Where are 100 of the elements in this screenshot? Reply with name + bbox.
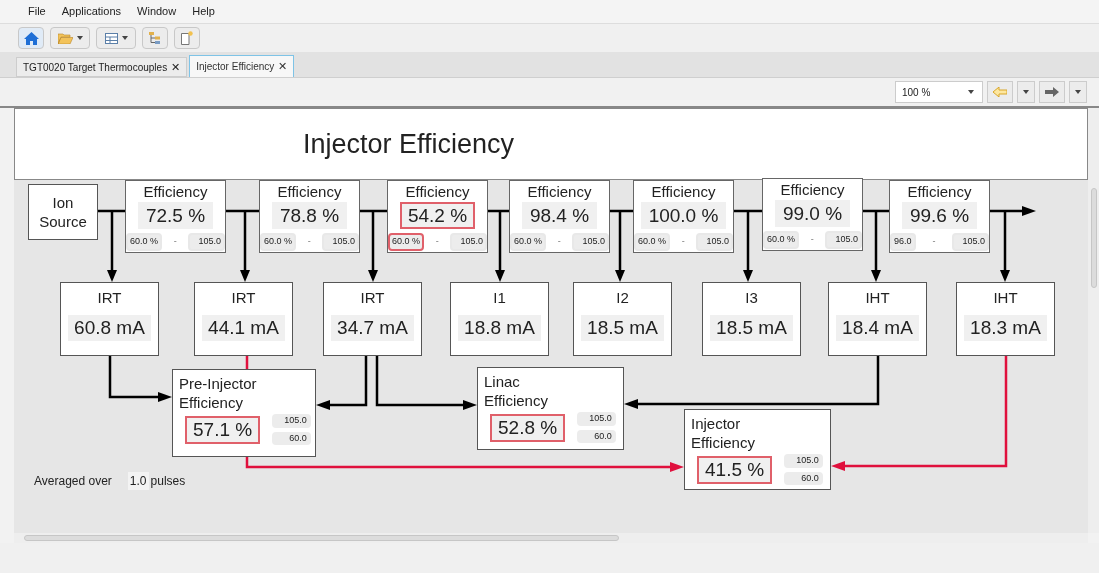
high-limit-field[interactable]: 105.0: [272, 414, 311, 428]
new-document-button[interactable]: [174, 27, 200, 49]
horizontal-scrollbar[interactable]: [14, 533, 1088, 543]
low-limit-field[interactable]: 60.0 %: [126, 233, 163, 251]
close-button[interactable]: ✕: [171, 58, 181, 76]
connector-arrow: [495, 211, 505, 282]
high-limit-field[interactable]: 105.0: [188, 233, 225, 251]
high-limit-field[interactable]: 105.0: [952, 233, 989, 251]
range-dash: -: [557, 235, 561, 248]
tree-button[interactable]: [142, 27, 168, 49]
low-limit-field[interactable]: 96.0: [890, 233, 916, 251]
value-display: 98.4 %: [521, 202, 598, 229]
forward-menu-button[interactable]: [1069, 81, 1087, 103]
low-limit-field[interactable]: 60.0 %: [510, 233, 547, 251]
current-value-display: 60.8 mA: [68, 315, 151, 341]
current-value-display: 34.7 mA: [331, 315, 414, 341]
node-label: IHT: [993, 289, 1018, 307]
node-label: Efficiency: [907, 183, 972, 200]
current-value-display: 18.3 mA: [964, 315, 1047, 341]
value-display: 99.6 %: [901, 202, 978, 229]
tree-icon: [148, 32, 162, 44]
node-label: Efficiency: [143, 183, 208, 200]
tab[interactable]: TGT0020 Target Thermocouples ✕: [16, 57, 188, 77]
node-label: Injector Efficiency: [691, 414, 756, 452]
close-button[interactable]: ✕: [278, 58, 288, 75]
caret-icon: [1075, 90, 1081, 94]
pulses-field[interactable]: 1.0: [127, 472, 149, 490]
node-label: Efficiency: [651, 183, 716, 200]
current-value-display: 18.5 mA: [710, 315, 793, 341]
forward-button[interactable]: [1039, 81, 1065, 103]
node-label: Efficiency: [277, 183, 342, 200]
connector-arrow: [368, 211, 378, 282]
caret-icon: [76, 36, 83, 40]
layout-button[interactable]: [96, 27, 136, 49]
home-button[interactable]: [18, 27, 44, 49]
node-label: I3: [745, 289, 758, 307]
value-display: 72.5 %: [137, 202, 214, 229]
high-limit-field[interactable]: 105.0: [322, 233, 359, 251]
menu-item[interactable]: Help: [192, 3, 215, 20]
unit-label: pulses: [150, 473, 186, 490]
low-limit-field[interactable]: 60.0 %: [763, 231, 800, 249]
node-label: Efficiency: [405, 183, 470, 200]
connector-arrow: [743, 211, 753, 282]
low-limit-field[interactable]: 60.0: [784, 471, 823, 485]
high-limit-field[interactable]: 105.0: [577, 412, 616, 426]
current-value-display: 18.8 mA: [458, 315, 541, 341]
low-limit-field[interactable]: 60.0: [577, 429, 616, 443]
low-limit-field[interactable]: 60.0: [272, 431, 311, 445]
low-limit-field[interactable]: 60.0 %: [634, 233, 671, 251]
high-limit-field[interactable]: 105.0: [572, 233, 609, 251]
value-display: 54.2 %: [399, 202, 476, 229]
current-value-display: 44.1 mA: [202, 315, 285, 341]
current-value-display: 18.4 mA: [836, 315, 919, 341]
node-label: IHT: [865, 289, 890, 307]
connector-arrow: [615, 211, 625, 282]
diagram-title: Injector Efficiency: [303, 127, 515, 161]
menu-item[interactable]: Applications: [61, 3, 122, 20]
zoom-combo[interactable]: 100 %: [895, 81, 983, 103]
node-label: Efficiency: [527, 183, 592, 200]
back-menu-button[interactable]: [1017, 81, 1035, 103]
low-limit-field[interactable]: 60.0 %: [388, 233, 425, 251]
caret-icon: [121, 36, 128, 40]
range-dash: -: [435, 235, 439, 248]
low-limit-field[interactable]: 60.0 %: [260, 233, 297, 251]
node-label: IRT: [231, 289, 256, 307]
node-label: Pre-Injector Efficiency: [179, 374, 258, 412]
node-label: IRT: [360, 289, 385, 307]
connector-arrow: [871, 211, 881, 282]
home-icon: [23, 31, 39, 45]
new-document-icon: [181, 31, 193, 45]
connector-arrow: [1000, 211, 1010, 282]
high-limit-field[interactable]: 105.0: [825, 231, 862, 249]
menu-item[interactable]: File: [28, 3, 46, 20]
vertical-scrollbar[interactable]: [1088, 108, 1099, 533]
high-limit-field[interactable]: 105.0: [696, 233, 733, 251]
node-label: Linac Efficiency: [484, 372, 549, 410]
left-arrow-icon: [993, 87, 1007, 97]
range-dash: -: [173, 235, 177, 248]
folder-icon: [57, 32, 73, 44]
current-value-display: 18.5 mA: [581, 315, 664, 341]
range-dash: -: [932, 235, 936, 248]
caret-icon: [968, 90, 974, 94]
open-folder-button[interactable]: [50, 27, 90, 49]
scrollbar-thumb[interactable]: [24, 535, 619, 541]
connector-arrow: [107, 211, 117, 282]
tab[interactable]: Injector Efficiency ✕: [189, 55, 295, 77]
scrollbar-thumb[interactable]: [1090, 188, 1097, 288]
node-label: I2: [616, 289, 629, 307]
node-label: Efficiency: [780, 181, 845, 198]
menu-item[interactable]: Window: [137, 3, 177, 20]
value-display: 100.0 %: [640, 202, 727, 229]
high-limit-field[interactable]: 105.0: [450, 233, 487, 251]
connector-arrow: [316, 356, 368, 410]
value-display: 52.8 %: [490, 413, 566, 442]
node-label: I1: [493, 289, 506, 307]
range-dash: -: [681, 235, 685, 248]
high-limit-field[interactable]: 105.0: [784, 454, 823, 468]
right-arrow-icon: [1045, 87, 1059, 97]
caret-icon: [1023, 90, 1029, 94]
ion-source-node: Ion Source: [28, 184, 98, 240]
